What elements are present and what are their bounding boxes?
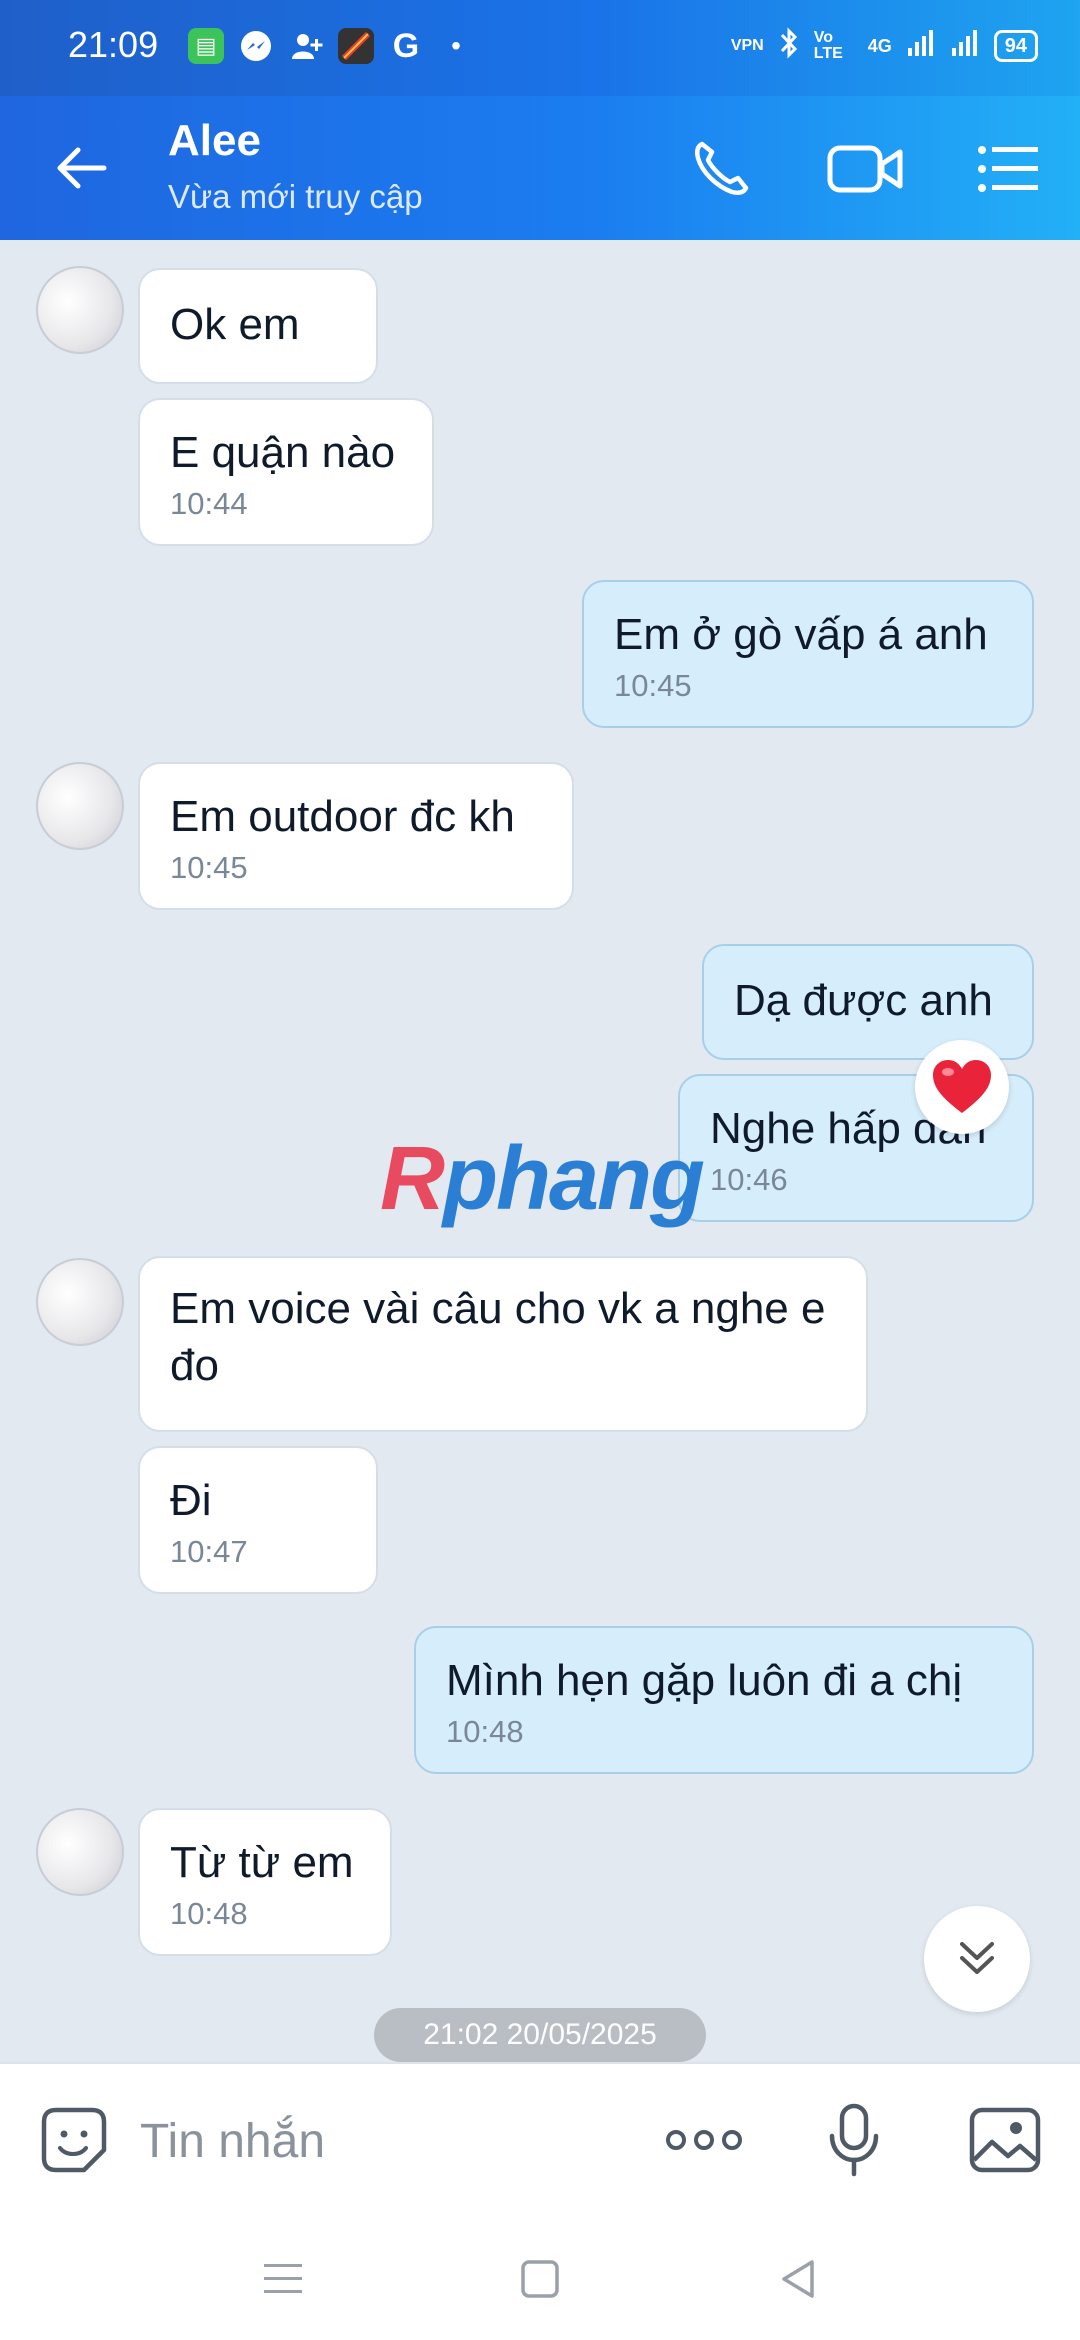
watermark-letter: R bbox=[380, 1129, 445, 1229]
message-text: Từ từ em bbox=[170, 1838, 354, 1887]
message-bubble-incoming[interactable]: Em outdoor đc kh 10:45 bbox=[138, 762, 574, 910]
message-input[interactable] bbox=[138, 2108, 622, 2174]
recent-apps-button[interactable] bbox=[258, 2254, 308, 2304]
message-time: 10:48 bbox=[170, 1896, 248, 1931]
back-button[interactable] bbox=[52, 138, 112, 198]
signal-icon-2 bbox=[950, 28, 980, 64]
message-bubble-incoming[interactable]: Đi 10:47 bbox=[138, 1446, 378, 1594]
message-time: 10:44 bbox=[170, 486, 248, 521]
voice-call-button[interactable] bbox=[686, 134, 756, 204]
message-text: Em outdoor đc kh bbox=[170, 792, 515, 841]
message-text: Em ở gò vấp á anh bbox=[614, 610, 988, 659]
home-button[interactable] bbox=[515, 2254, 565, 2304]
message-bubble-incoming[interactable]: E quận nào 10:44 bbox=[138, 398, 434, 546]
video-camera-icon bbox=[827, 145, 903, 193]
message-bubble-incoming[interactable]: Từ từ em 10:48 bbox=[138, 1808, 392, 1956]
watermark-logo: Rphang bbox=[380, 1128, 705, 1231]
network-type: 4G bbox=[867, 35, 892, 56]
message-reaction[interactable] bbox=[915, 1040, 1009, 1134]
contact-avatar[interactable] bbox=[36, 762, 124, 850]
bluetooth-icon bbox=[778, 26, 800, 66]
messages-app-icon: ▤ bbox=[188, 28, 224, 64]
message-bubble-outgoing[interactable]: Mình hẹn gặp luôn đi a chị 10:48 bbox=[414, 1626, 1034, 1774]
contact-avatar[interactable] bbox=[36, 266, 124, 354]
contact-status: Vừa mới truy cập bbox=[168, 178, 423, 215]
message-time: 10:47 bbox=[170, 1534, 248, 1569]
message-time: 10:45 bbox=[614, 668, 692, 703]
menu-lines-icon bbox=[264, 2264, 302, 2293]
notification-icons: ▤ G • bbox=[188, 26, 474, 65]
signal-icon-1 bbox=[906, 28, 936, 64]
video-call-button[interactable] bbox=[826, 134, 903, 204]
date-separator: 21:02 20/05/2025 bbox=[374, 2008, 706, 2062]
status-bar: 21:09 ▤ G • VPN Vo LTE 4G 94 bbox=[0, 0, 1080, 96]
heart-icon bbox=[933, 1060, 991, 1113]
add-contact-icon bbox=[288, 28, 324, 64]
phone-icon bbox=[694, 141, 749, 196]
message-time: 10:45 bbox=[170, 850, 248, 885]
message-list[interactable]: Ok em E quận nào 10:44 Em ở gò vấp á anh… bbox=[0, 240, 1080, 2062]
status-time: 21:09 bbox=[68, 24, 159, 65]
system-navigation-bar bbox=[0, 2214, 1080, 2340]
microphone-icon bbox=[829, 2103, 879, 2177]
message-bubble-outgoing[interactable]: Em ở gò vấp á anh 10:45 bbox=[582, 580, 1034, 728]
image-icon bbox=[969, 2107, 1041, 2173]
more-options-button[interactable] bbox=[664, 2122, 744, 2158]
message-text: Em voice vài câu cho vk a nghe e đo bbox=[170, 1284, 826, 1390]
message-time: 10:46 bbox=[710, 1162, 788, 1197]
square-icon bbox=[521, 2260, 559, 2298]
triangle-back-icon bbox=[782, 2260, 814, 2298]
volte-icon: Vo LTE bbox=[813, 29, 843, 62]
message-text: Ok em bbox=[170, 300, 300, 349]
system-indicators: VPN Vo LTE 4G 94 bbox=[731, 26, 1038, 66]
vpn-icon: VPN bbox=[730, 37, 764, 54]
list-menu-icon bbox=[978, 146, 1038, 192]
voice-record-button[interactable] bbox=[826, 2102, 882, 2178]
composer-bar bbox=[0, 2062, 1080, 2216]
contact-avatar[interactable] bbox=[36, 1258, 124, 1346]
message-text: Mình hẹn gặp luôn đi a chị bbox=[446, 1656, 963, 1705]
chat-header: Alee Vừa mới truy cập bbox=[0, 96, 1080, 240]
message-text: E quận nào bbox=[170, 428, 396, 477]
scroll-to-bottom-button[interactable] bbox=[924, 1906, 1030, 2012]
message-time: 10:48 bbox=[446, 1714, 524, 1749]
chat-options-button[interactable] bbox=[976, 134, 1046, 204]
game-app-icon bbox=[338, 28, 374, 64]
message-text: Đi bbox=[170, 1476, 212, 1525]
more-notifications-dot: • bbox=[451, 30, 461, 61]
message-text: Dạ được anh bbox=[734, 976, 993, 1025]
photo-button[interactable] bbox=[968, 2104, 1042, 2176]
sticker-smile-icon bbox=[41, 2107, 107, 2173]
watermark-text: phang bbox=[443, 1129, 705, 1229]
contact-avatar[interactable] bbox=[36, 1808, 124, 1896]
messenger-icon bbox=[238, 28, 274, 64]
message-bubble-incoming[interactable]: Em voice vài câu cho vk a nghe e đo bbox=[138, 1256, 868, 1432]
battery-indicator: 94 bbox=[993, 30, 1038, 62]
sticker-button[interactable] bbox=[38, 2104, 110, 2176]
double-chevron-down-icon bbox=[960, 1942, 994, 1974]
back-nav-button[interactable] bbox=[774, 2254, 824, 2304]
google-icon: G bbox=[392, 26, 420, 65]
contact-name[interactable]: Alee bbox=[168, 116, 261, 166]
arrow-left-icon bbox=[57, 147, 107, 189]
message-bubble-outgoing[interactable]: Dạ được anh bbox=[702, 944, 1034, 1060]
more-dots-icon bbox=[666, 2130, 742, 2150]
message-bubble-incoming[interactable]: Ok em bbox=[138, 268, 378, 384]
